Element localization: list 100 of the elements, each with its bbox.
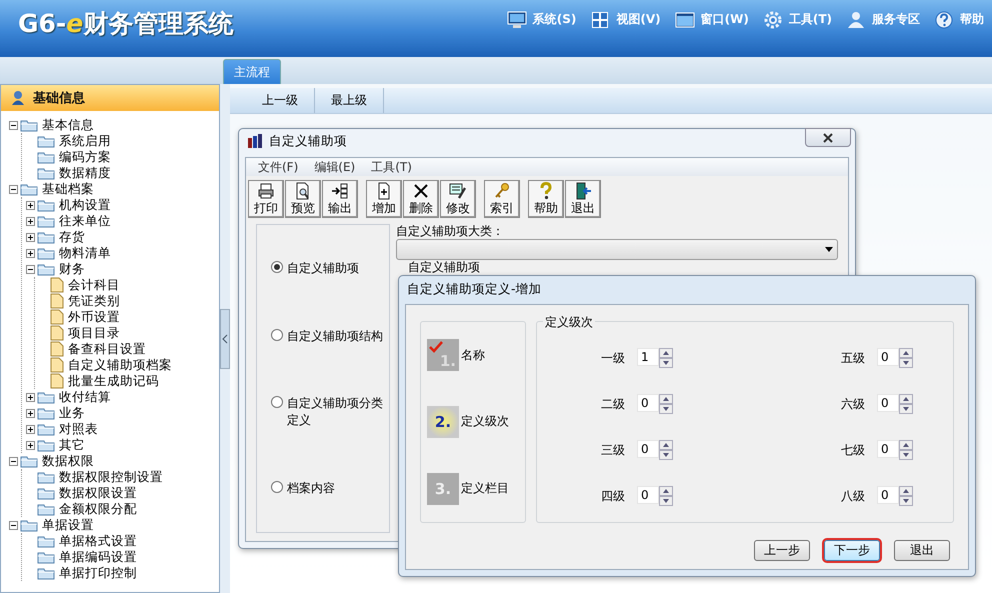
- tree-item[interactable]: 数据精度: [59, 164, 111, 182]
- tree-item[interactable]: 数据权限: [42, 452, 94, 470]
- level-input[interactable]: 0: [877, 440, 899, 458]
- tree-item[interactable]: 备查科目设置: [68, 340, 146, 358]
- tree-item[interactable]: 批量生成助记码: [68, 372, 159, 390]
- folder-icon: [37, 422, 55, 436]
- radio-button[interactable]: [271, 261, 283, 274]
- tree-item[interactable]: 业务: [59, 404, 85, 422]
- folder-icon: [20, 118, 38, 132]
- tree-item[interactable]: 外币设置: [68, 308, 120, 326]
- nav-button[interactable]: 上一级: [246, 88, 315, 113]
- level-label: 三级: [600, 442, 625, 459]
- toolbar-button[interactable]: 修改: [440, 180, 476, 218]
- menu-item[interactable]: 工具(T): [367, 158, 416, 176]
- expander-icon[interactable]: [26, 440, 35, 450]
- folder-icon: [37, 166, 55, 180]
- tree-item[interactable]: 单据设置: [42, 516, 94, 534]
- radio-button[interactable]: [271, 328, 283, 341]
- tree-item[interactable]: 物料清单: [59, 244, 111, 262]
- dialog-button[interactable]: 退出: [894, 540, 950, 561]
- spin-arrows-icon[interactable]: [899, 348, 913, 368]
- expander-icon[interactable]: [9, 520, 18, 530]
- expander-icon[interactable]: [26, 232, 35, 242]
- tree-item[interactable]: 编码方案: [59, 148, 111, 166]
- level-input[interactable]: 0: [637, 440, 659, 458]
- radio-label[interactable]: 档案内容: [287, 480, 335, 497]
- toolbar-button[interactable]: 删除: [403, 180, 439, 218]
- tree-item[interactable]: 凭证类别: [68, 292, 120, 310]
- tree-item[interactable]: 单据格式设置: [59, 532, 137, 550]
- radio-label[interactable]: 自定义辅助项结构: [287, 328, 383, 345]
- tree-item[interactable]: 对照表: [59, 420, 98, 438]
- tree-item[interactable]: 基本信息: [42, 116, 94, 134]
- toolbar-button[interactable]: 帮助: [528, 180, 564, 218]
- folder-icon: [37, 486, 55, 500]
- spin-arrows-icon[interactable]: [899, 394, 913, 414]
- folder-icon: [37, 150, 55, 164]
- toolbar-button[interactable]: 打印: [248, 180, 284, 218]
- level-label: 七级: [840, 442, 865, 459]
- expander-icon[interactable]: [26, 248, 35, 258]
- expander-icon[interactable]: [26, 392, 35, 402]
- toolbar-button[interactable]: 退出: [565, 180, 601, 218]
- toolbar-button[interactable]: 增加: [366, 180, 402, 218]
- radio-label[interactable]: 自定义辅助项分类定义: [287, 395, 389, 430]
- radio-button[interactable]: [271, 480, 283, 493]
- app-logo: G6-e财务管理系统: [18, 8, 234, 40]
- level-input[interactable]: 0: [877, 394, 899, 412]
- level-input[interactable]: 0: [637, 394, 659, 412]
- toolbar-button[interactable]: 预览: [285, 180, 321, 218]
- dialog-button[interactable]: 上一步: [754, 540, 810, 561]
- expander-icon[interactable]: [9, 456, 18, 466]
- toolbar-button[interactable]: 索引: [484, 180, 520, 218]
- tree-item[interactable]: 数据权限设置: [59, 484, 137, 502]
- document-icon: [50, 277, 64, 293]
- spin-arrows-icon[interactable]: [659, 440, 673, 460]
- tree-item[interactable]: 系统启用: [59, 132, 111, 150]
- folder-icon: [37, 566, 55, 580]
- toolbar-button[interactable]: 输出: [322, 180, 358, 218]
- level-input[interactable]: 0: [637, 486, 659, 504]
- tree-item[interactable]: 基础档案: [42, 180, 94, 198]
- radio-button[interactable]: [271, 396, 283, 408]
- tree-item[interactable]: 其它: [59, 436, 85, 454]
- expander-icon[interactable]: [26, 200, 35, 210]
- spin-arrows-icon[interactable]: [659, 394, 673, 414]
- spin-arrows-icon[interactable]: [659, 486, 673, 506]
- collapse-handle[interactable]: [220, 308, 230, 368]
- expander-icon[interactable]: [26, 264, 35, 274]
- nav-button[interactable]: 最上级: [315, 88, 384, 113]
- tree-item[interactable]: 往来单位: [59, 212, 111, 230]
- document-icon: [50, 309, 64, 325]
- spin-arrows-icon[interactable]: [899, 440, 913, 460]
- field-label: 自定义辅助项大类：: [396, 224, 505, 238]
- tree-item[interactable]: 会计科目: [68, 276, 120, 294]
- expander-icon[interactable]: [9, 184, 18, 194]
- tree-item[interactable]: 收付结算: [59, 388, 111, 406]
- tree-item[interactable]: 单据编码设置: [59, 548, 137, 566]
- tree-item[interactable]: 财务: [59, 260, 85, 278]
- spin-arrows-icon[interactable]: [659, 348, 673, 368]
- level-input[interactable]: 0: [877, 486, 899, 504]
- close-button[interactable]: [805, 128, 851, 147]
- level-input[interactable]: 0: [877, 348, 899, 366]
- tree-item[interactable]: 自定义辅助项档案: [68, 356, 172, 374]
- tree-item[interactable]: 项目目录: [68, 324, 120, 342]
- tree-item[interactable]: 存货: [59, 228, 85, 246]
- expander-icon[interactable]: [26, 424, 35, 434]
- expander-icon[interactable]: [26, 408, 35, 418]
- tree-item[interactable]: 金额权限分配: [59, 500, 137, 518]
- tree-item[interactable]: 机构设置: [59, 196, 111, 214]
- dialog-button[interactable]: 下一步: [824, 540, 880, 561]
- radio-label[interactable]: 自定义辅助项: [287, 260, 359, 278]
- tree-item[interactable]: 数据权限控制设置: [59, 468, 163, 486]
- spin-arrows-icon[interactable]: [899, 486, 913, 506]
- menu-item[interactable]: 编辑(E): [310, 158, 360, 176]
- level-input[interactable]: 1: [637, 348, 659, 366]
- expander-icon[interactable]: [9, 120, 18, 130]
- tree-item[interactable]: 单据打印控制: [59, 564, 137, 582]
- category-dropdown[interactable]: [396, 239, 838, 260]
- expander-icon[interactable]: [26, 216, 35, 226]
- close-icon: [822, 132, 834, 142]
- menu-item[interactable]: 文件(F): [254, 158, 302, 176]
- door-icon: [574, 182, 592, 200]
